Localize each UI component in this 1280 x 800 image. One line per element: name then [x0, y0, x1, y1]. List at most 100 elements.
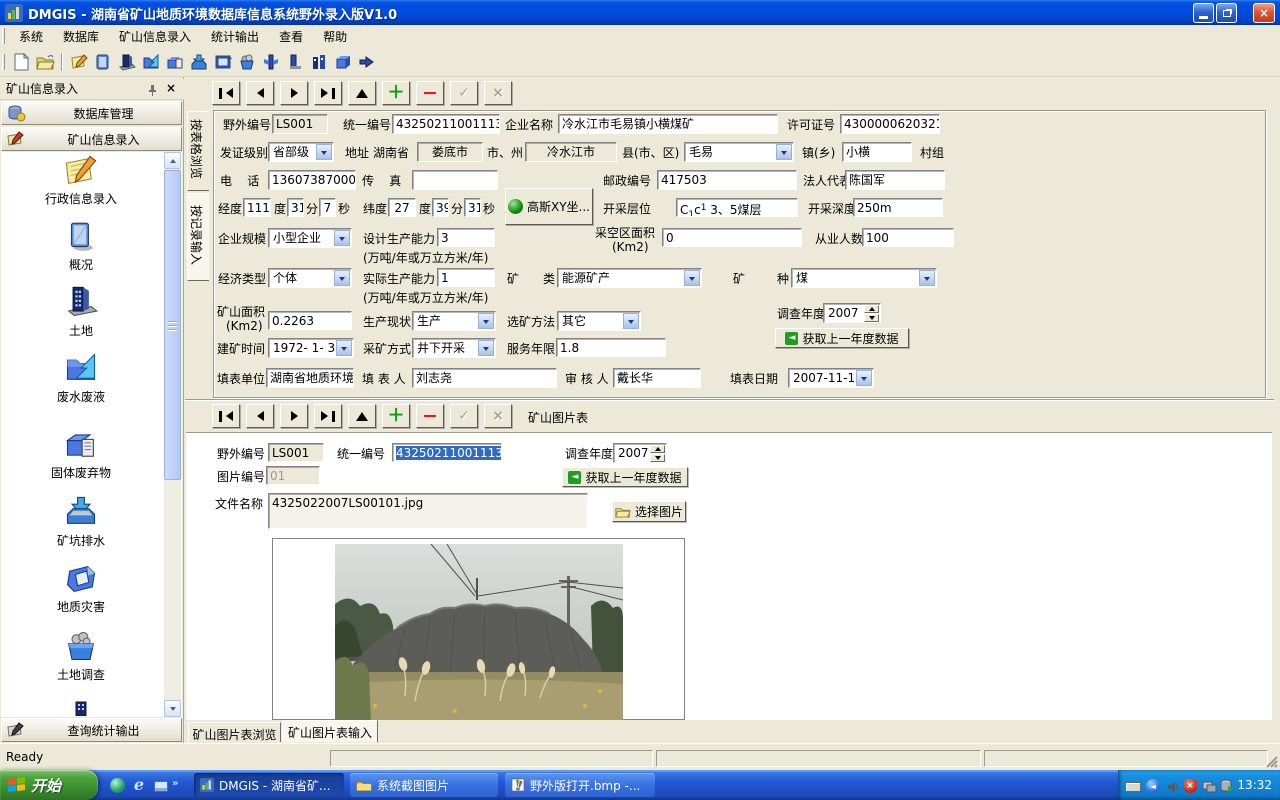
- pic-nav-next-button[interactable]: [280, 404, 308, 428]
- tray-clock[interactable]: 13:32: [1237, 778, 1272, 792]
- latitude-deg-input[interactable]: 27: [388, 198, 416, 217]
- report-unit-input[interactable]: 湖南省地质环境: [266, 368, 354, 388]
- mining-method-select[interactable]: 井下开采: [412, 338, 496, 358]
- fax-input[interactable]: [412, 170, 498, 190]
- geo-hazard-icon[interactable]: [212, 51, 234, 73]
- sidebar-close-icon[interactable]: ×: [166, 81, 176, 95]
- spin-up-button[interactable]: [650, 445, 665, 453]
- sidebar-item-mine-drainage[interactable]: 矿坑排水: [1, 494, 161, 548]
- auditor-input[interactable]: 戴长华: [613, 368, 701, 388]
- nav-last-button[interactable]: [314, 81, 342, 105]
- build-time-select[interactable]: 1972- 1- 3: [268, 338, 354, 358]
- cert-level-select[interactable]: 省部级: [268, 142, 334, 162]
- pin-icon[interactable]: [147, 84, 158, 96]
- production-status-select[interactable]: 生产: [412, 311, 496, 331]
- tray-security-shield-icon[interactable]: ×: [1181, 777, 1199, 795]
- resize-grip[interactable]: [1265, 755, 1279, 769]
- service-years-input[interactable]: 1.8: [556, 338, 666, 357]
- menu-view[interactable]: 查看: [269, 25, 313, 48]
- mine-drainage-icon[interactable]: [188, 51, 210, 73]
- taskbar-task-image[interactable]: 野外版打开.bmp -...: [505, 773, 655, 797]
- vertical-tab-record-input[interactable]: 按记录输入: [187, 193, 209, 281]
- tray-keyboard-icon[interactable]: [1124, 778, 1142, 796]
- buildings-icon[interactable]: [308, 51, 330, 73]
- tray-database-icon[interactable]: [1218, 777, 1236, 795]
- pic-survey-year-spinner[interactable]: 2007: [613, 443, 667, 463]
- sidebar-item-land-survey[interactable]: 土地调查: [1, 630, 161, 682]
- quicklaunch-more-chevron[interactable]: »: [172, 778, 178, 789]
- sidebar-item-geo-hazard[interactable]: 地质灾害: [1, 562, 161, 614]
- nav-first-button[interactable]: [212, 81, 240, 105]
- mine-kind-select[interactable]: 煤: [791, 268, 937, 288]
- survey-year-spinner[interactable]: 2007: [823, 303, 881, 323]
- overview-icon[interactable]: [92, 51, 114, 73]
- city-input[interactable]: 娄底市: [417, 142, 483, 162]
- spin-down-button[interactable]: [650, 454, 665, 462]
- sidebar-item-partial[interactable]: [1, 700, 161, 719]
- nav-top-button[interactable]: [348, 81, 376, 105]
- tab-picture-input[interactable]: 矿山图片表输入: [282, 720, 378, 742]
- dressing-method-select[interactable]: 其它: [557, 311, 641, 331]
- scroll-up-button[interactable]: [164, 152, 181, 169]
- prefecture-input[interactable]: 冷水江市: [525, 142, 617, 162]
- taskbar-task-folder[interactable]: 系统截图图片: [350, 773, 498, 797]
- sidebar-item-admin-info[interactable]: 行政信息录入: [1, 154, 161, 206]
- mine-area-input[interactable]: 0.2263: [268, 311, 352, 330]
- pic-field-no-input[interactable]: LS001: [268, 443, 324, 462]
- sidebar-item-land[interactable]: 土地: [1, 284, 161, 338]
- pic-nav-delete-button[interactable]: −: [416, 404, 444, 428]
- gauss-xy-button[interactable]: 高斯XY坐...: [505, 188, 593, 225]
- sidebar-item-solid-waste[interactable]: 固体废弃物: [1, 428, 161, 480]
- tray-language-icon[interactable]: ◄: [1144, 777, 1162, 795]
- sidebar-item-overview[interactable]: 概况: [1, 220, 161, 272]
- mine-class-select[interactable]: 能源矿产: [557, 268, 702, 288]
- mining-depth-input[interactable]: 250m: [853, 198, 943, 217]
- scroll-thumb[interactable]: [164, 170, 181, 480]
- taskbar-task-dmgis[interactable]: DMGIS - 湖南省矿...: [194, 773, 344, 797]
- longitude-sec-input[interactable]: 7: [319, 198, 336, 217]
- menu-help[interactable]: 帮助: [313, 25, 357, 48]
- spin-down-button[interactable]: [864, 314, 879, 322]
- longitude-min-input[interactable]: 31: [287, 198, 304, 217]
- pic-unified-no-input[interactable]: 43250211001113: [392, 443, 502, 462]
- tab-picture-browse[interactable]: 矿山图片表浏览: [188, 722, 281, 742]
- enterprise-name-input[interactable]: 冷水江市毛易镇小横煤矿: [558, 114, 778, 134]
- menu-statistics-output[interactable]: 统计输出: [201, 25, 269, 48]
- phone-input[interactable]: 13607387000: [268, 170, 356, 190]
- file-name-input[interactable]: 4325022007LS00101.jpg: [268, 493, 588, 529]
- choose-picture-button[interactable]: 选择图片: [612, 501, 686, 522]
- sidebar-group-query[interactable]: 查询统计输出: [1, 718, 182, 742]
- waste-water-icon[interactable]: [140, 51, 162, 73]
- open-file-icon[interactable]: [34, 51, 56, 73]
- menu-mine-info-entry[interactable]: 矿山信息录入: [109, 25, 201, 48]
- sidebar-scrollbar[interactable]: [164, 152, 181, 717]
- nav-next-button[interactable]: [280, 81, 308, 105]
- admin-info-entry-icon[interactable]: [68, 51, 90, 73]
- employees-input[interactable]: 100: [862, 228, 954, 247]
- pic-nav-cancel-button[interactable]: ×: [484, 404, 512, 428]
- latitude-sec-input[interactable]: 31: [464, 198, 481, 217]
- field-no-input[interactable]: LS001: [272, 114, 328, 134]
- actual-capacity-input[interactable]: 1: [437, 268, 495, 287]
- report-person-input[interactable]: 刘志尧: [412, 368, 557, 388]
- legal-rep-input[interactable]: 陈国军: [845, 170, 945, 190]
- menu-system[interactable]: 系统: [9, 25, 53, 48]
- latitude-min-input[interactable]: 39: [432, 198, 449, 217]
- nav-prev-button[interactable]: [246, 81, 274, 105]
- pic-fetch-previous-year-button[interactable]: ◄ 获取上一年度数据: [562, 467, 688, 487]
- longitude-deg-input[interactable]: 111: [243, 198, 271, 217]
- county-select[interactable]: 毛易: [684, 142, 794, 162]
- quicklaunch-msn-icon[interactable]: [108, 776, 126, 794]
- quicklaunch-outlook-icon[interactable]: [152, 777, 170, 795]
- pic-nav-first-button[interactable]: [212, 404, 240, 428]
- design-capacity-input[interactable]: 3: [437, 228, 495, 247]
- nav-cancel-button[interactable]: ×: [484, 81, 512, 105]
- sidebar-group-database[interactable]: 数据库管理: [1, 101, 182, 125]
- enterprise-scale-select[interactable]: 小型企业: [268, 228, 352, 248]
- unified-no-input[interactable]: 43250211001113: [392, 114, 500, 134]
- start-button[interactable]: 开始: [0, 770, 98, 800]
- sidebar-item-waste-water[interactable]: 废水废液: [1, 350, 161, 404]
- report-date-select[interactable]: 2007-11-13: [788, 368, 874, 388]
- mining-layer-input[interactable]: C1c1 3、5煤层: [676, 198, 798, 217]
- license-no-input[interactable]: 4300000620321: [840, 114, 940, 134]
